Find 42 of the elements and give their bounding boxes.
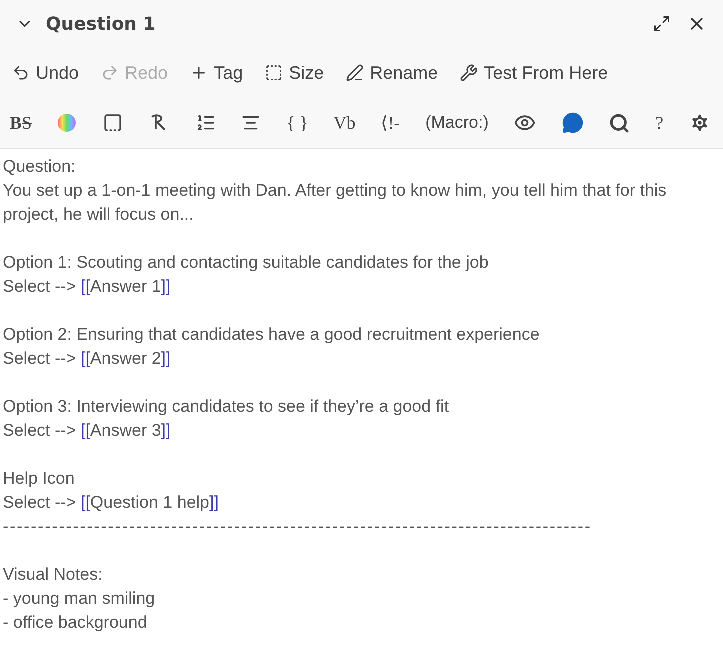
format-button[interactable]: ? — [652, 110, 668, 136]
text-line: Select --> [[Answer 2]] — [3, 348, 172, 370]
text-line: Select --> [[Question 1 help]] — [3, 492, 220, 514]
strikethrough-button[interactable]: BS — [6, 110, 36, 136]
undo-icon — [12, 64, 30, 82]
format-button[interactable]: ⟨!- — [377, 109, 404, 137]
dialog-title: Question 1 — [46, 14, 157, 34]
redo-icon — [101, 64, 120, 82]
text-line: Question: — [3, 156, 77, 178]
text-line: Option 1: Scouting and contacting suitable candidates for the job — [3, 252, 490, 274]
passage-link[interactable]: [[Answer 2]] — [80, 349, 171, 368]
passage-link[interactable]: [[Answer 3]] — [80, 421, 171, 440]
passage-link[interactable]: [[Question 1 help]] — [80, 493, 219, 512]
wrench-icon — [460, 64, 478, 82]
format-button[interactable]: { } — [282, 110, 312, 136]
settings-icon — [689, 112, 711, 134]
toolbar-button[interactable]: Undo — [2, 58, 90, 88]
search-icon — [609, 112, 630, 134]
text-line: - office background — [3, 612, 148, 634]
text-line: - young man smiling — [3, 588, 156, 610]
text-line: Option 3: Interviewing candidates to see if they’re a good fit — [3, 396, 450, 418]
border-icon — [102, 113, 123, 133]
toolbar-button[interactable]: Tag — [180, 58, 254, 88]
text-line: Visual Notes: — [3, 564, 104, 586]
expand-icon — [653, 15, 671, 33]
color-wheel-icon — [57, 113, 78, 133]
text-line: Select --> [[Answer 1]] — [3, 276, 172, 298]
pen-icon — [346, 64, 364, 82]
numbered-list-icon — [196, 113, 216, 133]
text-line: Help Icon — [3, 468, 76, 490]
speech-bubble-icon — [562, 112, 584, 134]
toolbar-button[interactable]: Rename — [336, 58, 448, 88]
passage-link[interactable]: [[Answer 1]] — [80, 277, 171, 296]
macro-button[interactable]: (Macro:) — [422, 110, 493, 136]
toolbar-button[interactable]: Size — [255, 58, 334, 88]
text-line: Select --> [[Answer 3]] — [3, 420, 172, 442]
format-button[interactable]: Vb — [330, 110, 360, 136]
dashed-rule-text: ------------------------------------------------------------------------------------ — [3, 516, 593, 538]
text-line: You set up a 1-on-1 meeting with Dan. After getting to know him, you tell him that for this project, he will focus on... — [3, 180, 668, 226]
size-icon — [265, 64, 284, 82]
toolbar-button[interactable]: Test From Here — [450, 58, 618, 88]
text-line: Option 2: Ensuring that candidates have a good recruitment experience — [3, 324, 541, 346]
